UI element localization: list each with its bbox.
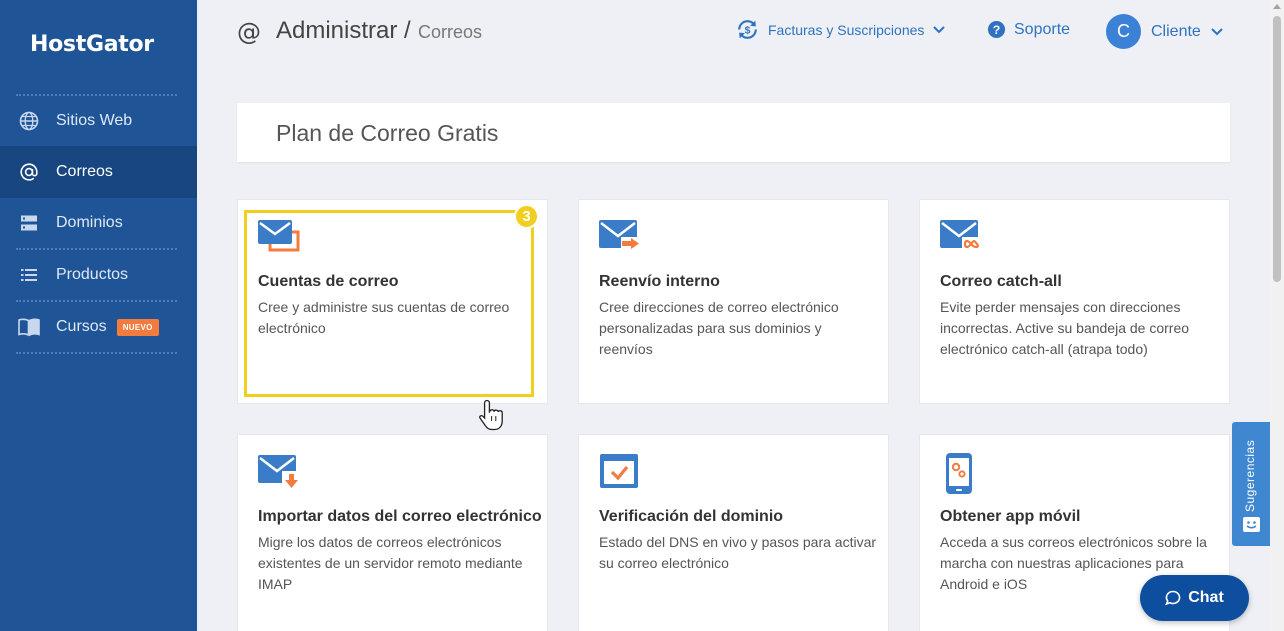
hand-cursor-icon [478,398,506,437]
chevron-down-icon [933,25,946,34]
sidebar-item-dominios[interactable]: Dominios [0,198,197,248]
chat-button[interactable]: Chat [1140,575,1249,621]
chevron-down-icon [1211,27,1223,36]
card-verificacion-dominio[interactable]: Verificación del dominio Estado del DNS … [578,434,889,631]
plan-title: Plan de Correo Gratis [276,120,499,146]
feedback-icon [1243,517,1260,537]
mail-catchall-icon [940,218,984,258]
new-badge: NUEVO [116,318,159,336]
card-title: Importar datos del correo electrónico [258,508,542,525]
globe-icon [18,110,40,132]
card-correo-catch-all[interactable]: Correo catch-all Evite perder mensajes c… [919,199,1230,404]
sidebar-nav: Sitios Web Correos Dominios Productos Cu… [0,94,197,354]
svg-text:$: $ [745,26,751,37]
plan-banner: Plan de Correo Gratis [237,103,1230,162]
chat-label: Chat [1188,589,1224,606]
svg-text:?: ? [993,23,1001,37]
breadcrumb-administrar[interactable]: Administrar / [276,17,411,45]
billing-cycle-icon: $ [735,17,760,42]
mobile-app-icon [940,453,984,494]
top-header: @ Administrar / Correos $ Facturas y Sus… [197,0,1270,62]
at-icon: @ [237,18,261,46]
divider [16,352,177,354]
at-icon [18,161,40,183]
sidebar-item-label: Productos [56,266,129,283]
sidebar-item-cursos[interactable]: Cursos NUEVO [0,302,197,352]
step-badge: 3 [514,204,539,229]
help-icon: ? [987,20,1006,39]
list-icon [18,264,40,286]
card-description: Evite perder mensajes con direcciones in… [940,299,1190,357]
card-title: Obtener app móvil [940,508,1081,525]
card-cuentas-de-correo[interactable]: Cuentas de correo Cree y administre sus … [237,199,548,404]
card-description: Estado del DNS en vivo y pasos para acti… [599,534,877,571]
avatar: C [1106,14,1141,49]
sidebar: HostGator Sitios Web Correos Dominios Pr… [0,0,197,631]
mail-import-icon [258,453,302,493]
sidebar-item-label: Correos [56,163,113,180]
client-label: Cliente [1151,22,1201,40]
card-importar-datos[interactable]: Importar datos del correo electrónico Mi… [237,434,548,631]
sidebar-item-label: Dominios [56,214,123,231]
page-scrollbar[interactable] [1270,0,1284,631]
breadcrumb-current: Correos [418,22,483,42]
domain-check-icon [599,453,643,493]
card-title: Cuentas de correo [258,273,399,290]
suggestions-label: Sugerencias [1243,439,1257,512]
card-title: Reenvío interno [599,273,720,290]
card-description: Cree direcciones de correo electrónico p… [599,299,839,357]
sidebar-item-label: Sitios Web [56,112,133,129]
billing-menu[interactable]: $ Facturas y Suscripciones [735,17,946,42]
support-label: Soporte [1014,20,1071,38]
hostgator-logo[interactable]: HostGator [30,32,154,57]
sidebar-item-productos[interactable]: Productos [0,250,197,300]
suggestions-tab[interactable]: Sugerencias [1232,422,1271,546]
billing-label: Facturas y Suscripciones [768,21,925,38]
card-title: Correo catch-all [940,273,1062,290]
card-reenvio-interno[interactable]: Reenvío interno Cree direcciones de corr… [578,199,889,404]
support-link[interactable]: ? Soporte [987,20,1070,39]
chat-bubble-icon [1165,590,1181,606]
card-title: Verificación del dominio [599,508,784,525]
card-description: Migre los datos de correos electrónicos … [258,534,523,592]
card-description: Cree y administre sus cuentas de correo … [258,299,510,336]
client-menu[interactable]: C Cliente [1106,14,1223,49]
scroll-up-arrow-icon[interactable] [1273,4,1281,9]
server-icon [18,212,40,234]
sidebar-item-correos[interactable]: Correos [0,146,197,198]
sidebar-item-sitios-web[interactable]: Sitios Web [0,96,197,146]
mail-accounts-icon [258,218,302,258]
mail-forward-icon [599,218,643,258]
book-icon [18,316,40,338]
scroll-thumb[interactable] [1273,16,1281,282]
sidebar-item-label: Cursos [56,318,107,335]
